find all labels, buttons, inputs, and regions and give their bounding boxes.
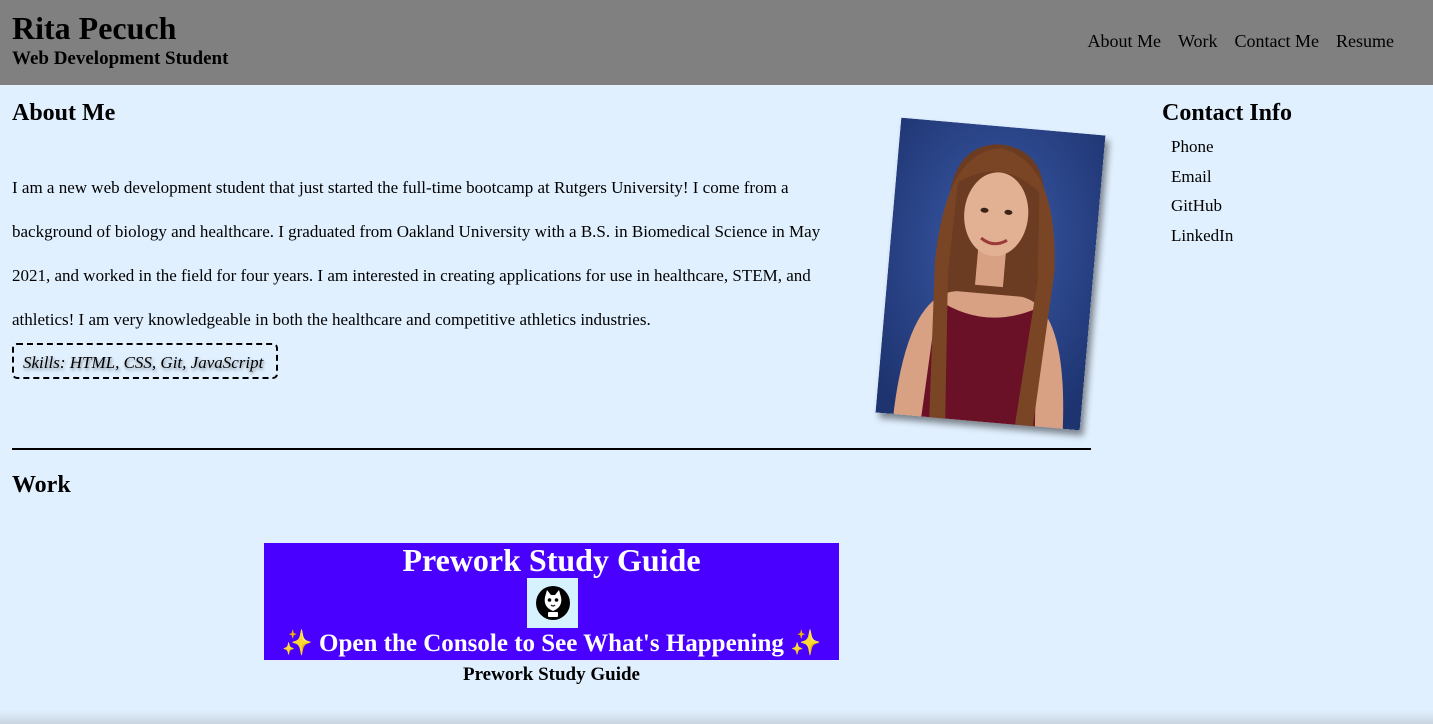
- site-header: Rita Pecuch Web Development Student Abou…: [0, 0, 1433, 85]
- nav-contact-me[interactable]: Contact Me: [1235, 30, 1319, 52]
- skills-box: Skills: HTML, CSS, Git, JavaScript: [12, 343, 278, 379]
- about-heading: About Me: [12, 100, 116, 126]
- project-caption: Prework Study Guide: [462, 664, 640, 685]
- nav-work[interactable]: Work: [1178, 30, 1218, 52]
- about-paragraph: I am a new web development student that …: [12, 178, 821, 329]
- site-name: Rita Pecuch: [12, 10, 177, 46]
- nav-resume[interactable]: Resume: [1336, 30, 1394, 52]
- site-subtitle: Web Development Student: [12, 48, 229, 69]
- contact-list: Phone Email GitHub LinkedIn: [1171, 136, 1233, 254]
- project-card-subtitle: ✨ Open the Console to See What's Happeni…: [281, 630, 822, 657]
- main-nav: About Me Work Contact Me Resume: [1087, 30, 1394, 52]
- project-card-title: Prework Study Guide: [402, 542, 701, 578]
- contact-linkedin[interactable]: LinkedIn: [1171, 225, 1233, 247]
- contact-email[interactable]: Email: [1171, 166, 1233, 188]
- contact-phone[interactable]: Phone: [1171, 136, 1233, 158]
- section-divider: [12, 448, 1091, 450]
- contact-github[interactable]: GitHub: [1171, 195, 1233, 217]
- work-project-card[interactable]: Prework Study Guide ✨ Open the Console t…: [264, 543, 839, 660]
- work-heading: Work: [12, 472, 71, 498]
- page-bottom-shadow: [0, 710, 1433, 724]
- profile-photo: [875, 117, 1106, 431]
- contact-heading: Contact Info: [1162, 100, 1292, 126]
- cat-logo-icon: [527, 578, 578, 628]
- nav-about-me[interactable]: About Me: [1087, 30, 1161, 52]
